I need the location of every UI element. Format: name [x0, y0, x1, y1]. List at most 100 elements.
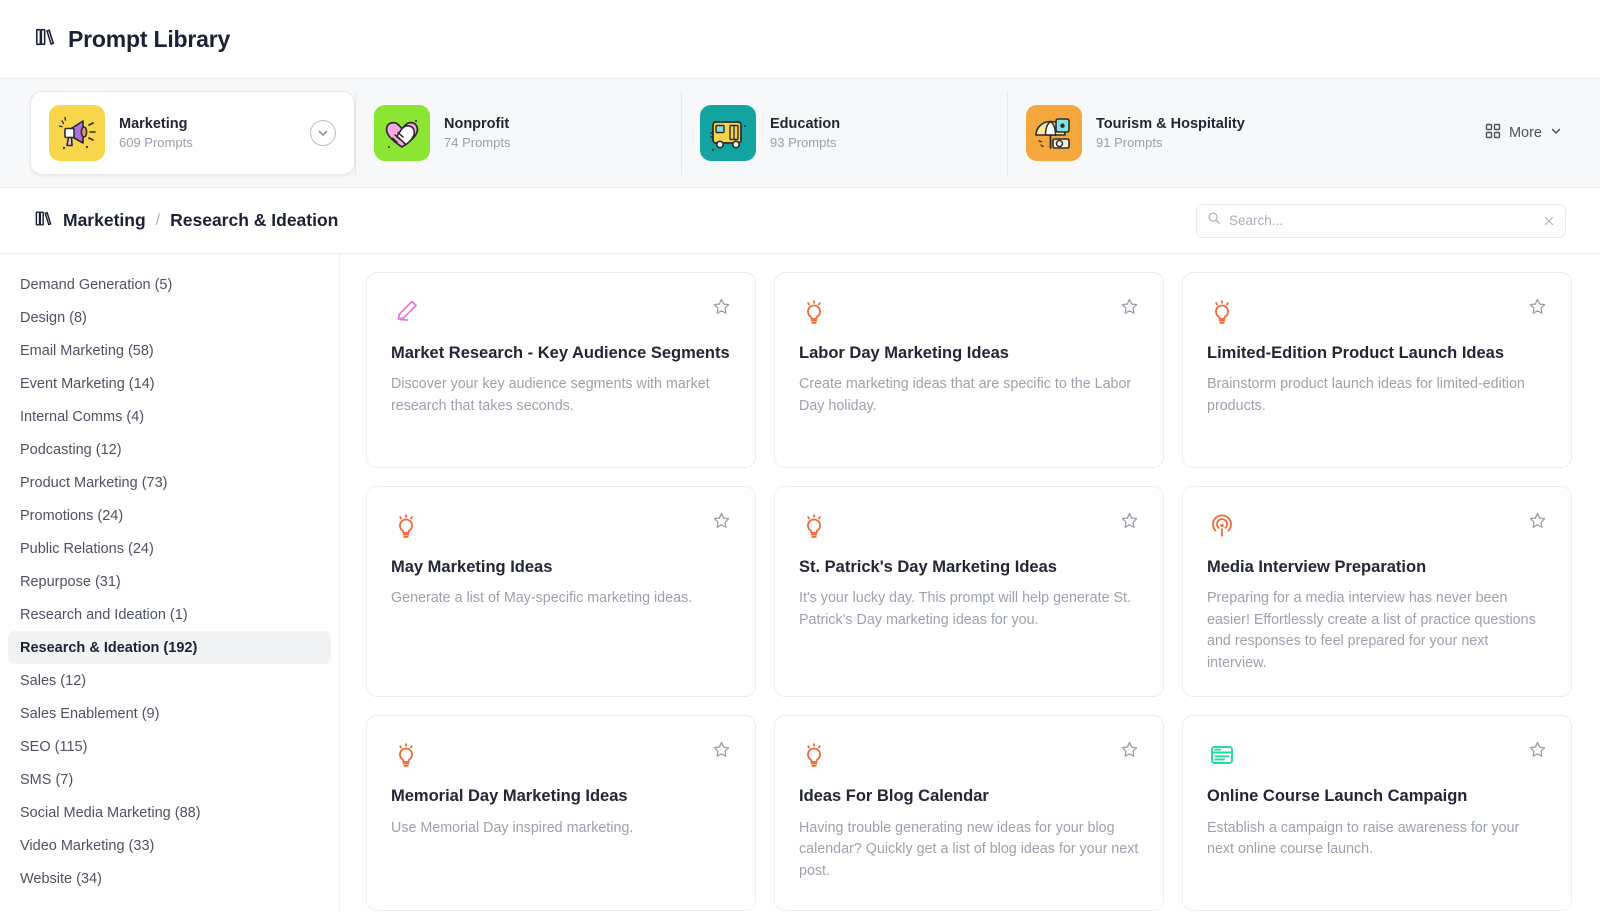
books-icon: [34, 209, 53, 233]
prompt-card-title: Limited-Edition Product Launch Ideas: [1207, 344, 1505, 362]
sidebar-item[interactable]: Video Marketing (33): [8, 829, 331, 862]
star-outline-icon[interactable]: [1528, 511, 1547, 530]
podcast-icon: [1207, 511, 1237, 541]
prompt-card-description: Preparing for a media interview has neve…: [1207, 590, 1536, 671]
breadcrumb-separator: /: [155, 211, 161, 229]
category-expand-button[interactable]: [310, 120, 336, 146]
sidebar-item-label: SEO (115): [20, 738, 88, 755]
search-input[interactable]: [1229, 213, 1535, 228]
prompt-card[interactable]: Limited-Edition Product Launch Ideas Brai…: [1182, 272, 1572, 468]
prompt-card[interactable]: Media Interview Preparation Preparing for…: [1182, 486, 1572, 698]
sidebar-item[interactable]: Product Marketing (73): [8, 466, 331, 499]
prompt-card[interactable]: Ideas For Blog Calendar Having trouble ge…: [774, 715, 1164, 912]
prompt-card-header: [1207, 511, 1547, 541]
category-card-tourism[interactable]: Tourism & Hospitality 91 Prompts: [1008, 91, 1333, 175]
sidebar-item-label: Video Marketing (33): [20, 837, 155, 854]
sidebar-item[interactable]: Demand Generation (5): [8, 268, 331, 301]
sidebar-item[interactable]: Website (34): [8, 862, 331, 895]
category-text: Education 93 Prompts: [770, 116, 840, 150]
star-outline-icon[interactable]: [1120, 740, 1139, 759]
sidebar-item-label: Public Relations (24): [20, 540, 154, 557]
category-name: Nonprofit: [444, 116, 510, 132]
category-count: 91 Prompts: [1096, 135, 1163, 150]
star-outline-icon[interactable]: [712, 740, 731, 759]
sidebar-item-label: Internal Comms (4): [20, 408, 145, 425]
sidebar-item-label: Research & Ideation (192): [20, 639, 198, 656]
sidebar-item-label: Podcasting (12): [20, 441, 122, 458]
prompt-card[interactable]: Market Research - Key Audience Segments D…: [366, 272, 756, 468]
breadcrumb: Marketing / Research & Ideation: [34, 209, 338, 233]
prompt-card-description: Having trouble generating new ideas for …: [799, 819, 1139, 879]
more-categories-button[interactable]: More: [1485, 123, 1570, 143]
sidebar-item[interactable]: Design (8): [8, 301, 331, 334]
sidebar-item[interactable]: Email Marketing (58): [8, 334, 331, 367]
prompt-card-description: Create marketing ideas that are specific…: [799, 376, 1132, 414]
close-icon[interactable]: [1543, 215, 1555, 227]
prompt-card-header: [799, 511, 1139, 541]
sidebar-item-label: Social Media Marketing (88): [20, 804, 201, 821]
sidebar-item-label: Sales (12): [20, 672, 87, 689]
more-label: More: [1508, 125, 1542, 141]
grid-icon: [1485, 123, 1501, 143]
prompt-card-title: Online Course Launch Campaign: [1207, 787, 1468, 806]
lightbulb-icon: [799, 511, 829, 541]
star-outline-icon[interactable]: [1120, 297, 1139, 316]
sidebar-item[interactable]: Promotions (24): [8, 499, 331, 532]
sidebar-item-label: Promotions (24): [20, 507, 124, 524]
sidebar-item[interactable]: Event Marketing (14): [8, 367, 331, 400]
prompt-card-header: [799, 740, 1139, 770]
pencil-icon: [391, 297, 421, 327]
app-brand: Prompt Library: [34, 26, 230, 53]
search-box[interactable]: [1196, 203, 1566, 238]
category-count: 74 Prompts: [444, 135, 511, 150]
prompt-card-title: Labor Day Marketing Ideas: [799, 344, 1009, 362]
prompt-card-description: It's your lucky day. This prompt will he…: [799, 590, 1131, 628]
category-card-marketing[interactable]: Marketing 609 Prompts: [30, 91, 355, 175]
prompt-card-description: Discover your key audience segments with…: [391, 376, 710, 414]
category-text: Tourism & Hospitality 91 Prompts: [1096, 116, 1245, 150]
prompt-card-title: Media Interview Preparation: [1207, 558, 1427, 576]
sidebar-item-label: Event Marketing (14): [20, 375, 155, 392]
star-outline-icon[interactable]: [712, 297, 731, 316]
prompt-card-title: May Marketing Ideas: [391, 558, 553, 576]
category-card-education[interactable]: Education 93 Prompts: [682, 91, 1007, 175]
sidebar-item-label: Email Marketing (58): [20, 342, 154, 359]
sidebar-item[interactable]: Repurpose (31): [8, 565, 331, 598]
sidebar-item[interactable]: Research & Ideation (192): [8, 631, 331, 664]
category-count: 93 Prompts: [770, 135, 837, 150]
sidebar-item[interactable]: SMS (7): [8, 763, 331, 796]
prompt-card-description: Establish a campaign to raise awareness …: [1207, 819, 1520, 858]
star-outline-icon[interactable]: [1120, 511, 1139, 530]
page-title: Prompt Library: [68, 25, 231, 52]
sidebar-item[interactable]: SEO (115): [8, 730, 331, 763]
prompt-card-description: Brainstorm product launch ideas for limi…: [1207, 376, 1525, 414]
lightbulb-icon: [391, 511, 421, 541]
category-text: Marketing 609 Prompts: [119, 116, 193, 150]
sidebar-item[interactable]: Sales (12): [8, 664, 331, 697]
prompt-card[interactable]: Online Course Launch Campaign Establish a…: [1182, 715, 1572, 912]
prompt-card[interactable]: May Marketing Ideas Generate a list of Ma…: [366, 486, 756, 698]
star-outline-icon[interactable]: [712, 511, 731, 530]
sidebar-item[interactable]: Social Media Marketing (88): [8, 796, 331, 829]
prompt-card-description: Generate a list of May-specific marketin…: [391, 590, 693, 607]
books-icon: [34, 26, 56, 53]
category-card-nonprofit[interactable]: Nonprofit 74 Prompts: [356, 91, 681, 175]
lightbulb-icon: [799, 297, 829, 327]
prompt-card-header: [391, 297, 731, 327]
sidebar-item[interactable]: Research and Ideation (1): [8, 598, 331, 631]
breadcrumb-root[interactable]: Marketing: [63, 210, 146, 231]
prompt-card[interactable]: St. Patrick's Day Marketing Ideas It's yo…: [774, 486, 1164, 698]
sidebar-item[interactable]: Sales Enablement (9): [8, 697, 331, 730]
prompt-card[interactable]: Labor Day Marketing Ideas Create marketin…: [774, 272, 1164, 468]
sidebar-item[interactable]: Public Relations (24): [8, 532, 331, 565]
sidebar-item[interactable]: Podcasting (12): [8, 433, 331, 466]
star-outline-icon[interactable]: [1528, 740, 1547, 759]
prompt-card-header: [391, 511, 731, 541]
browser-window-icon: [1207, 740, 1237, 770]
sidebar-item[interactable]: Internal Comms (4): [8, 400, 331, 433]
prompt-card[interactable]: Memorial Day Marketing Ideas Use Memorial…: [366, 715, 756, 912]
search-icon: [1207, 211, 1221, 230]
star-outline-icon[interactable]: [1528, 297, 1547, 316]
lightbulb-icon: [1207, 297, 1237, 327]
sidebar-item-label: Research and Ideation (1): [20, 606, 188, 623]
